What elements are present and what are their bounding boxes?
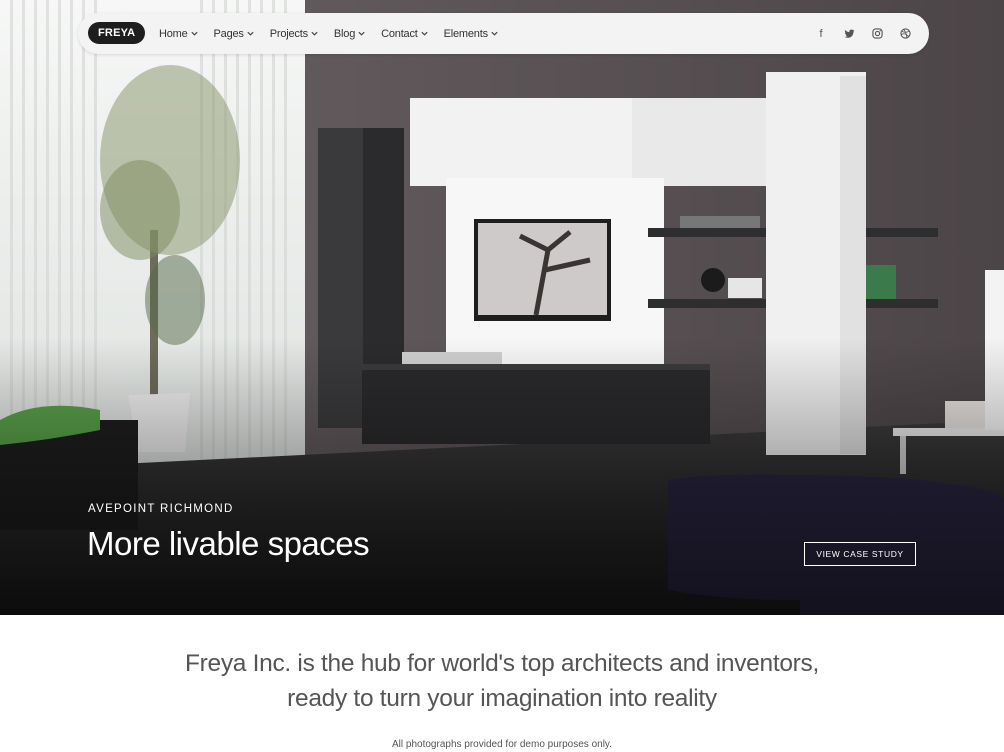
photo-disclaimer: All photographs provided for demo purpos… [392,739,612,750]
hero-title: More livable spaces [87,525,370,562]
instagram-glyph-icon [871,28,883,39]
chevron-down-icon [491,31,498,36]
menu-item-blog[interactable]: Blog [334,28,366,40]
dribbble-glyph-icon [899,28,911,39]
menu-item-label: Elements [443,27,488,40]
menu-item-home[interactable]: Home [159,28,199,40]
top-navigation: FREYA Home Pages Projects Blog Contact E… [78,13,929,54]
hero-section: AVEPOINT RICHMOND More livable spaces VI… [0,0,1004,615]
chevron-down-icon [311,31,318,36]
twitter-icon[interactable] [835,24,863,44]
instagram-icon[interactable] [863,24,891,44]
logo[interactable]: FREYA [88,22,146,44]
hero-gradient-overlay [0,0,1004,615]
menu-item-contact[interactable]: Contact [381,28,429,40]
chevron-down-icon [247,31,254,36]
intro-statement: Freya Inc. is the hub for world's top ar… [0,646,1004,716]
menu-item-label: Projects [269,27,308,40]
view-case-study-button[interactable]: VIEW CASE STUDY [804,542,916,566]
menu-item-projects[interactable]: Projects [270,28,319,40]
chevron-down-icon [358,31,365,36]
menu-item-label: Blog [333,27,356,40]
social-links: f [807,13,919,54]
facebook-icon[interactable]: f [807,24,835,44]
menu-item-label: Pages [213,27,244,40]
chevron-down-icon [421,31,428,36]
menu-item-label: Home [159,27,188,40]
menu-item-elements[interactable]: Elements [444,28,499,40]
dribbble-icon[interactable] [891,24,919,44]
intro-line-2: ready to turn your imagination into real… [287,685,717,712]
chevron-down-icon [190,31,198,36]
twitter-bird-icon [843,29,855,38]
menu-item-label: Contact [381,27,418,40]
main-menu: Home Pages Projects Blog Contact Element… [159,13,514,54]
menu-item-pages[interactable]: Pages [214,28,255,40]
hero-subtitle: AVEPOINT RICHMOND [88,503,234,515]
intro-line-1: Freya Inc. is the hub for world's top ar… [185,650,819,677]
